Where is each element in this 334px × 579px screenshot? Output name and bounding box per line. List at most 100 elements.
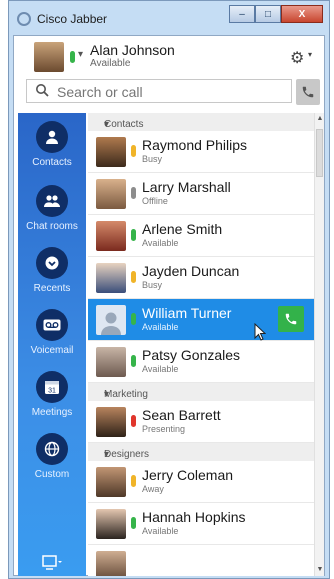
nav-contacts[interactable]: Contacts <box>18 121 86 168</box>
voicemail-icon <box>43 319 61 331</box>
list-item[interactable] <box>88 545 314 576</box>
contact-name: Arlene Smith <box>142 221 223 237</box>
list-item[interactable]: Raymond Philips Busy <box>88 131 314 173</box>
contact-status: Offline <box>142 196 168 206</box>
header: ▾ Alan Johnson Available ⚙ ▾ <box>14 36 324 108</box>
nav-label: Custom <box>34 469 70 480</box>
user-status[interactable]: Available <box>90 58 130 69</box>
group-header[interactable]: ▾ Marketing <box>88 383 314 401</box>
group-header[interactable]: ▾ Contacts <box>88 113 314 131</box>
scroll-down-icon[interactable]: ▼ <box>315 564 325 576</box>
minimize-button[interactable]: – <box>229 5 255 23</box>
presence-indicator <box>70 51 75 63</box>
globe-icon <box>44 441 60 457</box>
default-avatar-icon <box>101 312 121 335</box>
nav-label: Meetings <box>31 407 73 418</box>
maximize-button[interactable]: □ <box>255 5 281 23</box>
window-title: Cisco Jabber <box>37 12 108 26</box>
nav-voicemail[interactable]: Voicemail <box>18 309 86 356</box>
gear-icon[interactable]: ⚙ <box>290 48 304 68</box>
call-button[interactable] <box>296 79 320 105</box>
call-contact-button[interactable] <box>278 306 304 332</box>
avatar[interactable] <box>34 42 64 72</box>
person-icon <box>46 130 58 144</box>
presence-indicator <box>131 517 136 529</box>
avatar <box>96 347 126 377</box>
contact-name: Raymond Philips <box>142 137 248 153</box>
avatar <box>96 467 126 497</box>
nav-label: Recents <box>33 283 71 294</box>
search-icon <box>36 84 49 97</box>
group-header[interactable]: ▾ Designers <box>88 443 314 461</box>
calendar-day: 31 <box>48 388 56 395</box>
user-name[interactable]: Alan Johnson <box>90 42 175 58</box>
avatar <box>96 137 126 167</box>
mouse-cursor-icon <box>254 323 266 341</box>
contact-status: Available <box>142 322 179 332</box>
avatar <box>96 221 126 251</box>
contact-status: Available <box>142 364 179 374</box>
presence-indicator <box>131 475 136 487</box>
contact-name: Jerry Coleman <box>142 467 234 483</box>
client-area: ▾ Alan Johnson Available ⚙ ▾ Search or c… <box>13 35 325 576</box>
group-name: Contacts <box>104 119 144 130</box>
scroll-up-icon[interactable]: ▲ <box>315 113 325 125</box>
phone-icon <box>285 313 297 325</box>
contact-name: William Turner <box>142 305 232 321</box>
jabber-window: Cisco Jabber – □ X ▾ Alan Johnson Availa… <box>8 0 330 579</box>
avatar <box>96 509 126 539</box>
search-box[interactable] <box>26 79 292 103</box>
presence-indicator <box>131 271 136 283</box>
contact-name: Larry Marshall <box>142 179 231 195</box>
close-button[interactable]: X <box>281 5 323 23</box>
nav-custom[interactable]: Custom <box>18 433 86 480</box>
contact-name: Hannah Hopkins <box>142 509 246 525</box>
list-item[interactable]: Jayden Duncan Busy <box>88 257 314 299</box>
clock-icon <box>45 256 59 270</box>
presence-indicator <box>131 415 136 427</box>
list-item[interactable]: Jerry Coleman Away <box>88 461 314 503</box>
scrollbar[interactable]: ▲ ▼ <box>314 113 324 576</box>
nav-recents[interactable]: Recents <box>18 247 86 294</box>
contact-status: Available <box>142 526 179 536</box>
avatar <box>96 305 126 335</box>
chat-rooms-icon <box>44 195 60 207</box>
presence-indicator <box>131 355 136 367</box>
search-input[interactable] <box>55 82 279 102</box>
left-navigation: Contacts Chat rooms Recents Voicemail 31… <box>18 113 86 576</box>
presence-indicator <box>131 145 136 157</box>
nav-meetings[interactable]: 31 Meetings <box>18 371 86 418</box>
avatar <box>96 407 126 437</box>
contact-status: Away <box>142 484 164 494</box>
avatar <box>96 551 126 576</box>
contact-status: Presenting <box>142 424 186 434</box>
contact-list[interactable]: ▾ Contacts Raymond Philips Busy Larry Ma… <box>88 113 314 576</box>
calendar-icon: 31 <box>45 381 59 395</box>
contact-name: Patsy Gonzales <box>142 347 241 363</box>
list-item[interactable]: Arlene Smith Available <box>88 215 314 257</box>
scrollbar-thumb[interactable] <box>316 129 323 177</box>
group-name: Designers <box>104 449 150 460</box>
avatar <box>96 179 126 209</box>
nav-label: Contacts <box>32 157 72 168</box>
list-item[interactable]: Patsy Gonzales Available <box>88 341 314 383</box>
contact-name: Sean Barrett <box>142 407 221 423</box>
list-item[interactable]: Hannah Hopkins Available <box>88 503 314 545</box>
jabber-logo-icon <box>17 12 31 26</box>
contact-status: Busy <box>142 280 163 290</box>
nav-label: Voicemail <box>30 345 74 356</box>
chevron-down-icon[interactable]: ▾ <box>308 50 312 59</box>
contact-status: Available <box>142 238 179 248</box>
list-item[interactable]: Sean Barrett Presenting <box>88 401 314 443</box>
nav-label: Chat rooms <box>26 221 78 232</box>
presence-dropdown-icon[interactable]: ▾ <box>78 49 83 60</box>
presence-indicator <box>131 187 136 199</box>
window-controls: – □ X <box>229 5 323 23</box>
list-item[interactable]: Larry Marshall Offline <box>88 173 314 215</box>
group-name: Marketing <box>104 389 148 400</box>
avatar <box>96 263 126 293</box>
title-bar[interactable]: Cisco Jabber – □ X <box>9 1 329 35</box>
nav-chat-rooms[interactable]: Chat rooms <box>18 185 86 232</box>
screen-share-icon[interactable] <box>42 555 62 571</box>
list-item-selected[interactable]: William Turner Available <box>88 299 314 341</box>
